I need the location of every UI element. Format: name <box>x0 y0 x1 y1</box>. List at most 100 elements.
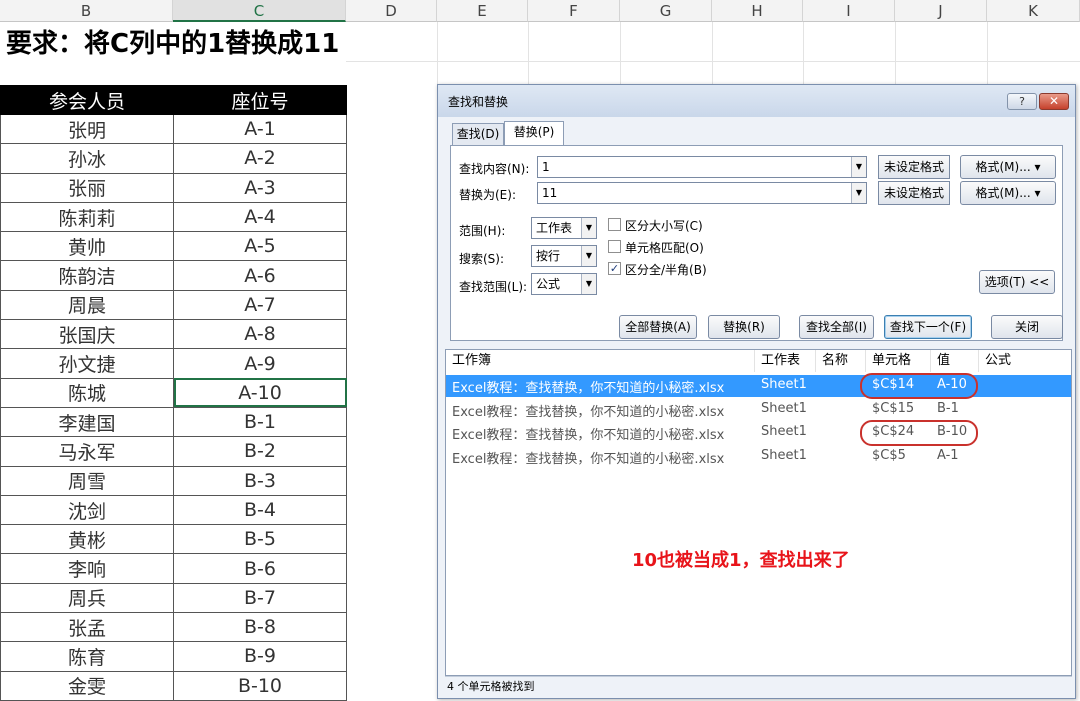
header-seat[interactable]: 座位号 <box>173 85 347 115</box>
column-header-d[interactable]: D <box>346 0 437 22</box>
result-header-cell[interactable]: 单元格 <box>866 350 931 372</box>
result-header-formula[interactable]: 公式 <box>979 350 1071 372</box>
column-header-b[interactable]: B <box>0 0 173 22</box>
highlight-oval <box>860 420 978 446</box>
cell-attendee[interactable]: 黄彬 <box>0 524 174 555</box>
cell-attendee[interactable]: 李响 <box>0 553 174 584</box>
cell-attendee[interactable]: 张丽 <box>0 172 174 203</box>
cell-seat[interactable]: B-6 <box>173 553 347 584</box>
lookin-select[interactable]: 公式 ▼ <box>531 273 597 295</box>
column-header-h[interactable]: H <box>712 0 803 22</box>
chevron-down-icon[interactable]: ▼ <box>851 183 866 203</box>
cell-attendee[interactable]: 马永军 <box>0 436 174 467</box>
result-header-value[interactable]: 值 <box>931 350 979 372</box>
table-row: 陈育 B-9 <box>0 641 347 672</box>
options-button[interactable]: 选项(T) << <box>979 270 1055 294</box>
column-header-c[interactable]: C <box>173 0 346 22</box>
replace-label: 替换为(E): <box>459 188 516 202</box>
cell-seat[interactable]: A-3 <box>173 172 347 203</box>
cell-seat[interactable]: A-2 <box>173 143 347 174</box>
result-row[interactable]: Excel教程：查找替换，你不知道的小秘密.xlsx Sheet1 $C$15 B-1 <box>446 399 1071 421</box>
cell-seat[interactable]: A-9 <box>173 348 347 379</box>
replace-format-button[interactable]: 格式(M)... ▾ <box>960 181 1056 205</box>
cell-seat[interactable]: A-10 <box>173 377 347 408</box>
table-row: 周晨 A-7 <box>0 289 347 321</box>
close-button[interactable]: 关闭 <box>991 315 1063 339</box>
help-button[interactable]: ? <box>1007 93 1037 110</box>
cell-seat[interactable]: B-8 <box>173 612 347 643</box>
cell-seat[interactable]: B-9 <box>173 641 347 672</box>
cell-match-checkbox[interactable] <box>608 240 621 253</box>
cell-attendee[interactable]: 孙文捷 <box>0 348 174 379</box>
result-book: Excel教程：查找替换，你不知道的小秘密.xlsx <box>452 451 725 467</box>
tab-replace[interactable]: 替换(P) <box>504 121 564 146</box>
find-all-button[interactable]: 查找全部(I) <box>799 315 874 339</box>
cell-seat[interactable]: A-5 <box>173 231 347 262</box>
cell-attendee[interactable]: 张明 <box>0 113 174 145</box>
cell-seat[interactable]: A-1 <box>173 113 347 145</box>
close-icon[interactable]: ✕ <box>1039 93 1069 110</box>
tab-find[interactable]: 查找(D) <box>452 123 504 145</box>
table-row: 陈韵洁 A-6 <box>0 260 347 291</box>
cell-attendee[interactable]: 陈育 <box>0 641 174 672</box>
column-header-f[interactable]: F <box>528 0 620 22</box>
result-header-name[interactable]: 名称 <box>816 350 866 372</box>
find-replace-dialog: 查找和替换 ? ✕ 查找(D) 替换(P) 查找内容(N): 1 ▼ 未设定格式… <box>437 84 1076 699</box>
case-checkbox[interactable] <box>608 218 621 231</box>
cell-seat[interactable]: B-2 <box>173 436 347 467</box>
table-row: 张丽 A-3 <box>0 172 347 203</box>
cell-attendee[interactable]: 周晨 <box>0 289 174 321</box>
width-checkbox[interactable]: ✓ <box>608 262 621 275</box>
cell-attendee[interactable]: 周雪 <box>0 465 174 496</box>
scope-label: 范围(H): <box>459 224 506 238</box>
search-select[interactable]: 按行 ▼ <box>531 245 597 267</box>
cell-seat[interactable]: A-6 <box>173 260 347 291</box>
cell-seat[interactable]: A-4 <box>173 201 347 233</box>
column-header-j[interactable]: J <box>895 0 987 22</box>
replace-input[interactable]: 11 ▼ <box>537 182 867 204</box>
result-sheet: Sheet1 <box>761 377 807 392</box>
cell-attendee[interactable]: 沈剑 <box>0 494 174 526</box>
chevron-down-icon[interactable]: ▼ <box>581 274 596 294</box>
find-label: 查找内容(N): <box>459 162 530 176</box>
cell-seat[interactable]: A-8 <box>173 319 347 350</box>
column-header-k[interactable]: K <box>987 0 1080 22</box>
column-header-e[interactable]: E <box>437 0 528 22</box>
cell-attendee[interactable]: 张国庆 <box>0 319 174 350</box>
find-format-button[interactable]: 格式(M)... ▾ <box>960 155 1056 179</box>
header-attendee[interactable]: 参会人员 <box>0 85 174 115</box>
cell-attendee[interactable]: 张孟 <box>0 612 174 643</box>
replace-all-button[interactable]: 全部替换(A) <box>619 315 697 339</box>
cell-seat[interactable]: B-10 <box>173 670 347 701</box>
cell-attendee[interactable]: 黄帅 <box>0 231 174 262</box>
cell-attendee[interactable]: 金雯 <box>0 670 174 701</box>
chevron-down-icon[interactable]: ▼ <box>581 218 596 238</box>
find-value: 1 <box>542 160 550 174</box>
result-row[interactable]: Excel教程：查找替换，你不知道的小秘密.xlsx Sheet1 $C$5 A-1 <box>446 446 1071 468</box>
result-header-book[interactable]: 工作簿 <box>446 350 755 372</box>
result-cell: $C$15 <box>872 400 915 416</box>
column-header-g[interactable]: G <box>620 0 712 22</box>
width-label: 区分全/半角(B) <box>625 263 707 277</box>
cell-seat[interactable]: B-7 <box>173 582 347 614</box>
cell-attendee[interactable]: 孙冰 <box>0 143 174 174</box>
cell-attendee[interactable]: 周兵 <box>0 582 174 614</box>
result-header-sheet[interactable]: 工作表 <box>755 350 816 372</box>
cell-attendee[interactable]: 李建国 <box>0 406 174 438</box>
cell-seat[interactable]: B-4 <box>173 494 347 526</box>
find-next-button[interactable]: 查找下一个(F) <box>884 315 972 339</box>
scope-select[interactable]: 工作表 ▼ <box>531 217 597 239</box>
replace-button[interactable]: 替换(R) <box>708 315 780 339</box>
cell-attendee[interactable]: 陈韵洁 <box>0 260 174 291</box>
cell-attendee[interactable]: 陈莉莉 <box>0 201 174 233</box>
column-header-i[interactable]: I <box>803 0 895 22</box>
find-input[interactable]: 1 ▼ <box>537 156 867 178</box>
cell-seat[interactable]: B-5 <box>173 524 347 555</box>
cell-seat[interactable]: B-1 <box>173 406 347 438</box>
dialog-titlebar[interactable]: 查找和替换 ? ✕ <box>438 85 1075 117</box>
chevron-down-icon[interactable]: ▼ <box>581 246 596 266</box>
cell-seat[interactable]: B-3 <box>173 465 347 496</box>
cell-seat[interactable]: A-7 <box>173 289 347 321</box>
cell-attendee[interactable]: 陈城 <box>0 377 174 408</box>
chevron-down-icon[interactable]: ▼ <box>851 157 866 177</box>
